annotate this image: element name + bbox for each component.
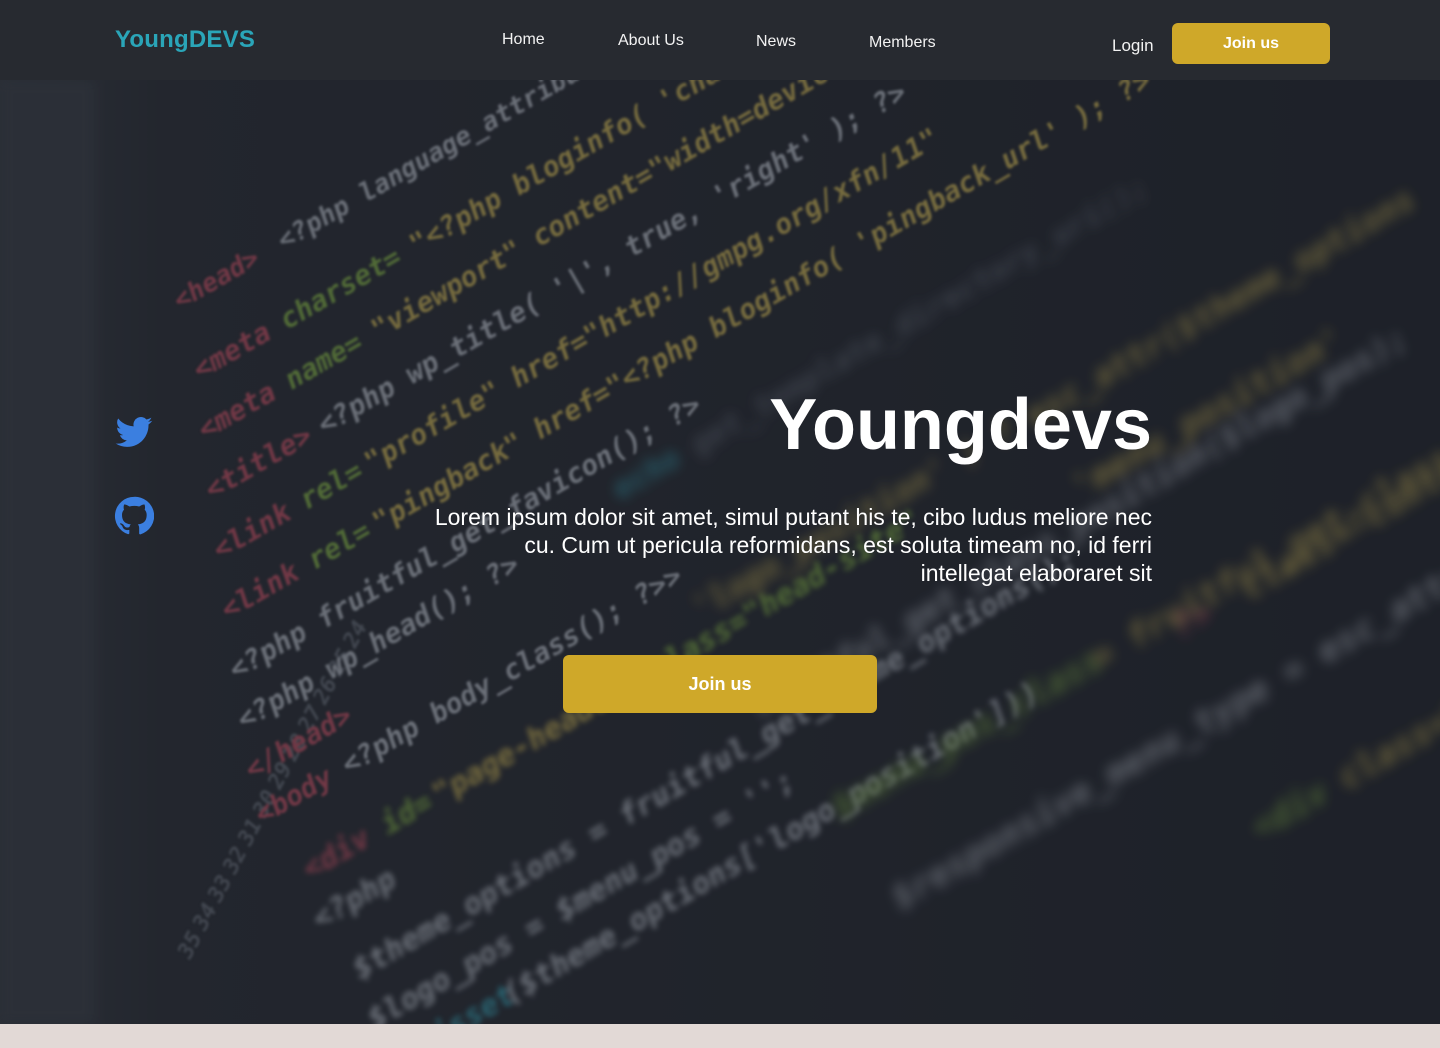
github-link[interactable] [114, 496, 155, 536]
login-link[interactable]: Login [1112, 36, 1154, 56]
hero-section: 353433 323130 292827 262524 <head> <?php… [0, 80, 1440, 1024]
brand-logo[interactable]: YoungDEVS [115, 26, 255, 54]
twitter-icon [115, 417, 153, 447]
github-icon [114, 496, 155, 535]
top-navbar: YoungDEVS Home About Us News Members Log… [0, 0, 1440, 80]
hero-title: Youngdevs [769, 385, 1152, 465]
nav-join-button[interactable]: Join us [1172, 23, 1330, 64]
nav-news-link[interactable]: News [756, 33, 796, 51]
twitter-link[interactable] [114, 413, 154, 453]
hero-description: Lorem ipsum dolor sit amet, simul putant… [434, 504, 1152, 586]
nav-home-link[interactable]: Home [502, 31, 545, 49]
nav-members-link[interactable]: Members [869, 34, 936, 52]
nav-about-link[interactable]: About Us [618, 32, 684, 50]
hero-join-button[interactable]: Join us [563, 655, 877, 713]
page-bottom-strip [0, 1024, 1440, 1048]
